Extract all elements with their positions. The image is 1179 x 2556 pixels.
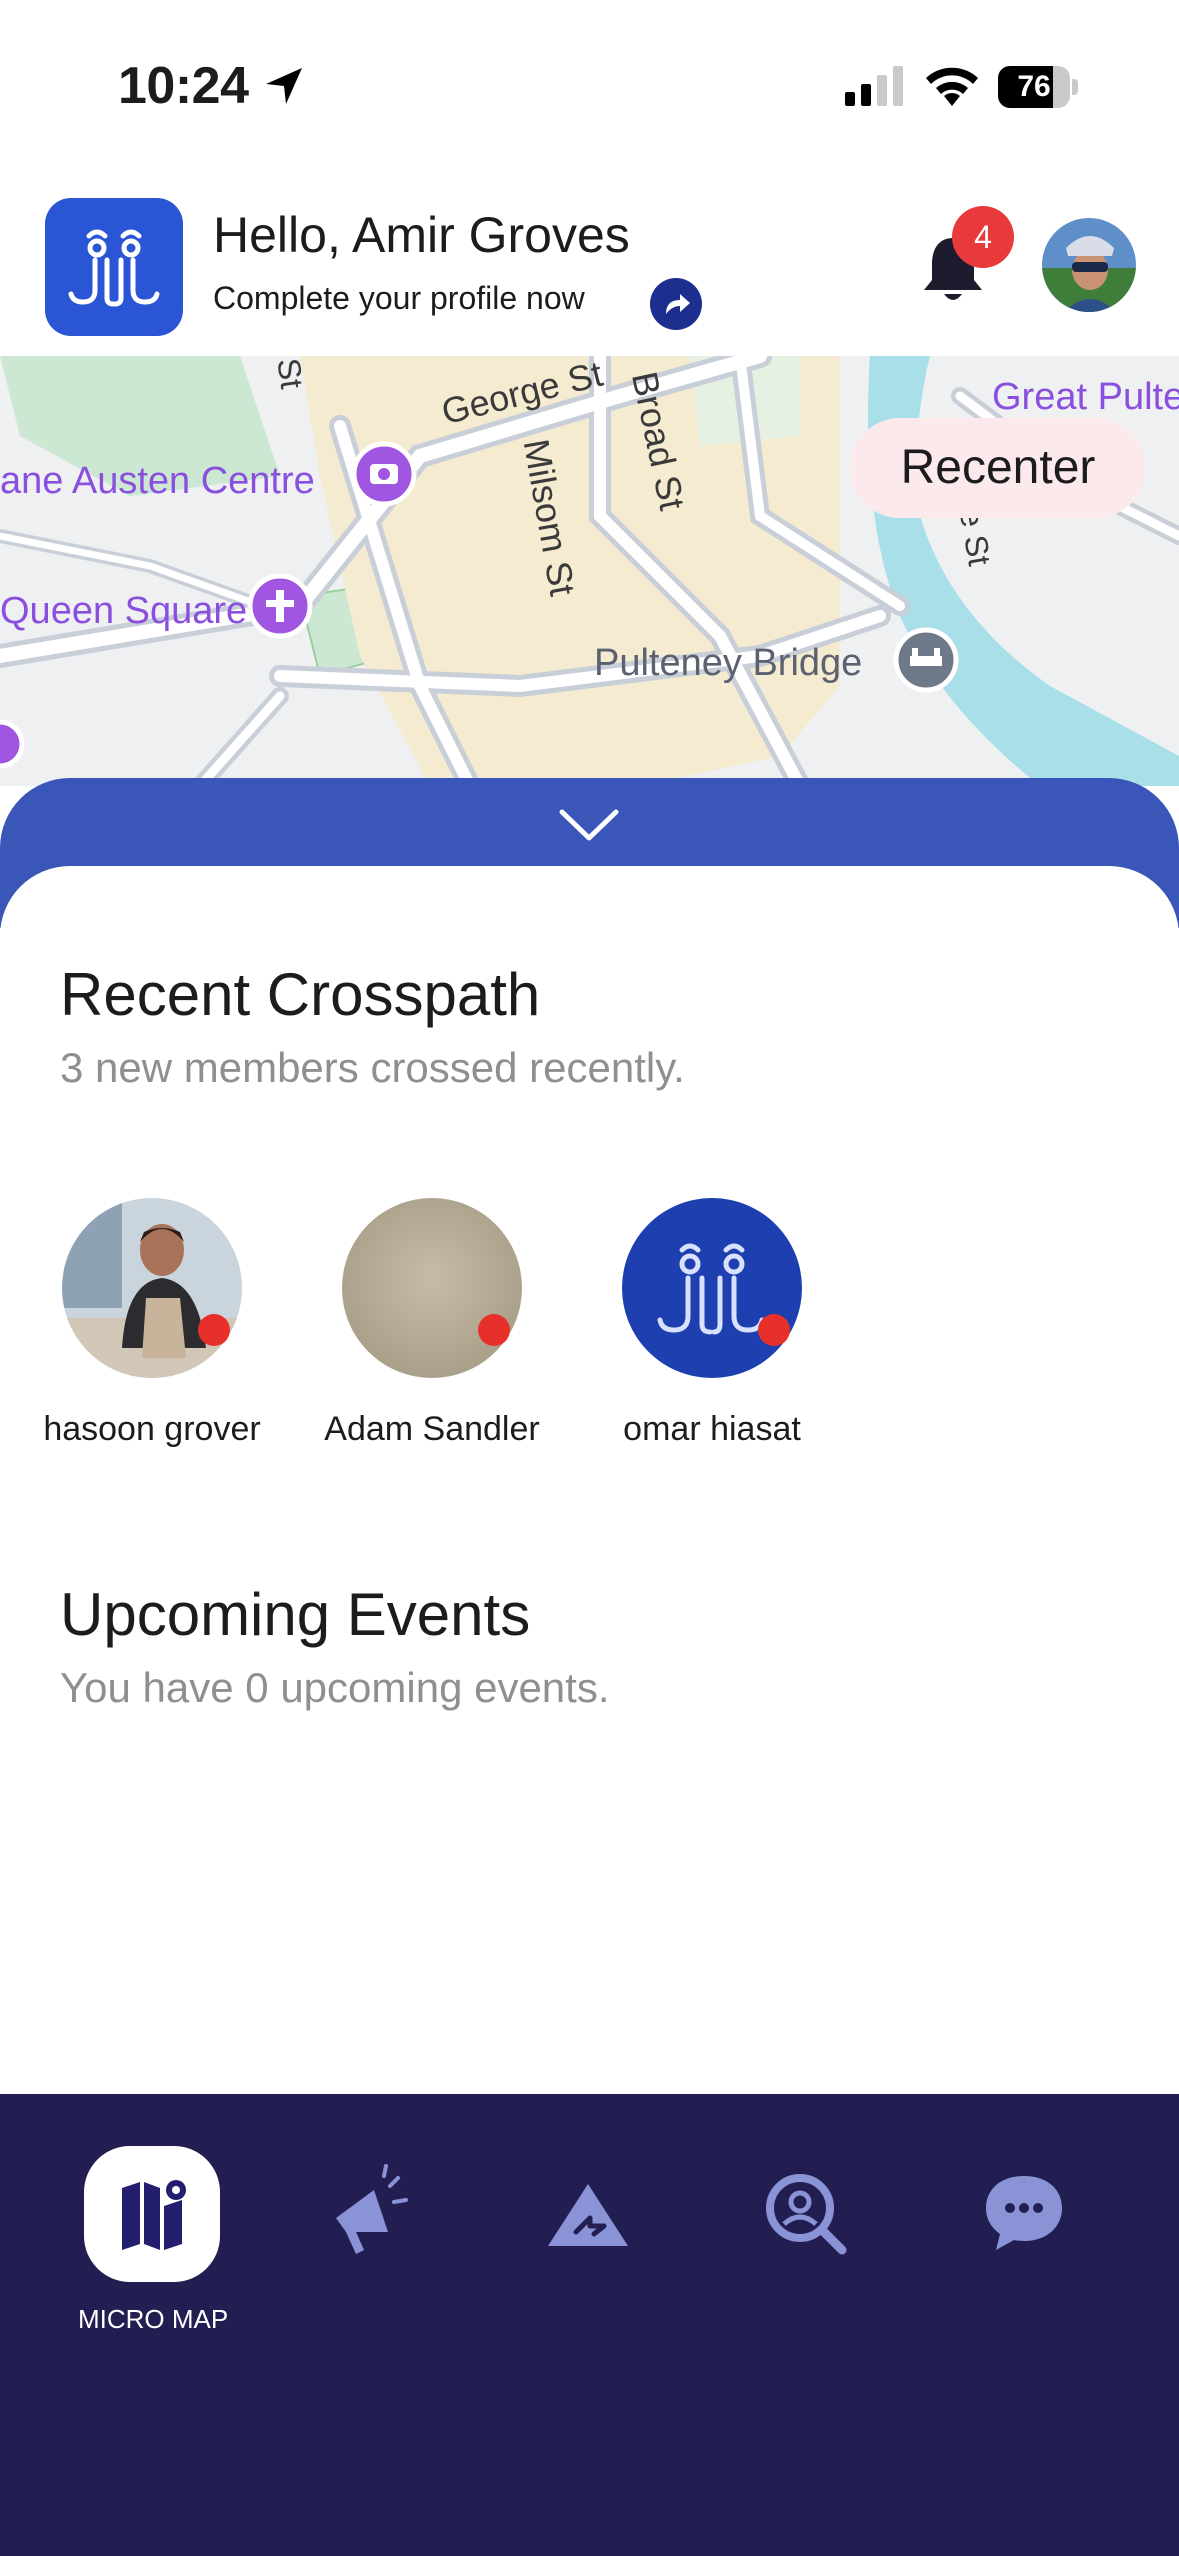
- complete-profile-link[interactable]: Complete your profile now: [213, 280, 585, 317]
- upcoming-events-title: Upcoming Events: [60, 1581, 531, 1648]
- crosspath-member[interactable]: omar hiasat: [560, 1198, 840, 1458]
- avatar-photo: [1042, 218, 1136, 312]
- greeting-text: Hello, Amir Groves: [213, 207, 630, 263]
- cellular-signal-icon: [845, 66, 903, 106]
- status-time: 10:24: [118, 57, 249, 115]
- user-avatar[interactable]: [1042, 218, 1136, 312]
- recent-crosspath-title: Recent Crosspath: [60, 961, 541, 1028]
- map-label-queen-square: Queen Square: [0, 590, 248, 632]
- member-avatar[interactable]: [342, 1198, 522, 1378]
- member-avatar[interactable]: [622, 1198, 802, 1378]
- battery-level: 76: [1017, 70, 1051, 103]
- member-photo: [62, 1198, 242, 1378]
- tab-crosspath[interactable]: [520, 2146, 656, 2282]
- recenter-button[interactable]: Recenter: [850, 418, 1146, 518]
- map-label-pulteney-bridge: Pulteney Bridge: [594, 642, 863, 684]
- church-poi-icon[interactable]: [247, 573, 313, 639]
- map-label-great-pulteney: Great Pulte: [992, 376, 1179, 418]
- map-view[interactable]: St George St Broad St Milsom St Great Pu…: [0, 356, 1179, 786]
- chat-icon: [986, 2176, 1062, 2250]
- tab-search-users[interactable]: [738, 2146, 874, 2282]
- member-online-indicator: [758, 1314, 790, 1346]
- search-user-icon: [766, 2174, 847, 2255]
- member-name: hasoon grover: [43, 1410, 261, 1448]
- member-online-indicator: [198, 1314, 230, 1346]
- tab-micro-map[interactable]: [84, 2146, 220, 2282]
- tab-micro-map-label: MICRO MAP: [78, 2304, 229, 2334]
- forward-arrow-icon: [666, 294, 690, 314]
- member-avatar[interactable]: [62, 1198, 242, 1378]
- chevron-down-icon[interactable]: [558, 808, 620, 844]
- app-header: Hello, Amir Groves Complete your profile…: [0, 170, 1179, 356]
- notification-badge: 4: [952, 206, 1014, 268]
- camera-poi-icon[interactable]: [351, 441, 417, 507]
- crosspath-member[interactable]: hasoon grover: [0, 1198, 280, 1458]
- bridge-poi-icon[interactable]: [893, 627, 959, 693]
- member-name: omar hiasat: [623, 1410, 801, 1448]
- map-label-street: St: [270, 356, 311, 391]
- map-label-jane-austen-centre: ane Austen Centre: [0, 460, 315, 502]
- crosspath-member[interactable]: Adam Sandler: [280, 1198, 560, 1458]
- member-name: Adam Sandler: [324, 1410, 540, 1448]
- complete-profile-button[interactable]: [650, 278, 702, 330]
- member-photo: [342, 1198, 522, 1378]
- recent-crosspath-subtitle: 3 new members crossed recently.: [60, 1044, 685, 1091]
- location-arrow-icon: [266, 68, 302, 104]
- upcoming-events-subtitle: You have 0 upcoming events.: [60, 1664, 610, 1711]
- battery-icon: 76: [998, 66, 1078, 108]
- tab-announcements[interactable]: [302, 2146, 438, 2282]
- octopus-logo-icon: [622, 1198, 802, 1378]
- tab-chat[interactable]: [956, 2146, 1092, 2282]
- member-online-indicator: [478, 1314, 510, 1346]
- app-logo[interactable]: [45, 198, 183, 336]
- octopus-logo-icon: [68, 229, 160, 307]
- megaphone-icon: [336, 2164, 408, 2254]
- wifi-icon: [926, 67, 978, 106]
- crosspath-icon: [548, 2184, 628, 2246]
- micro-map-icon: [122, 2180, 186, 2250]
- status-bar: 10:24 76: [0, 0, 1179, 170]
